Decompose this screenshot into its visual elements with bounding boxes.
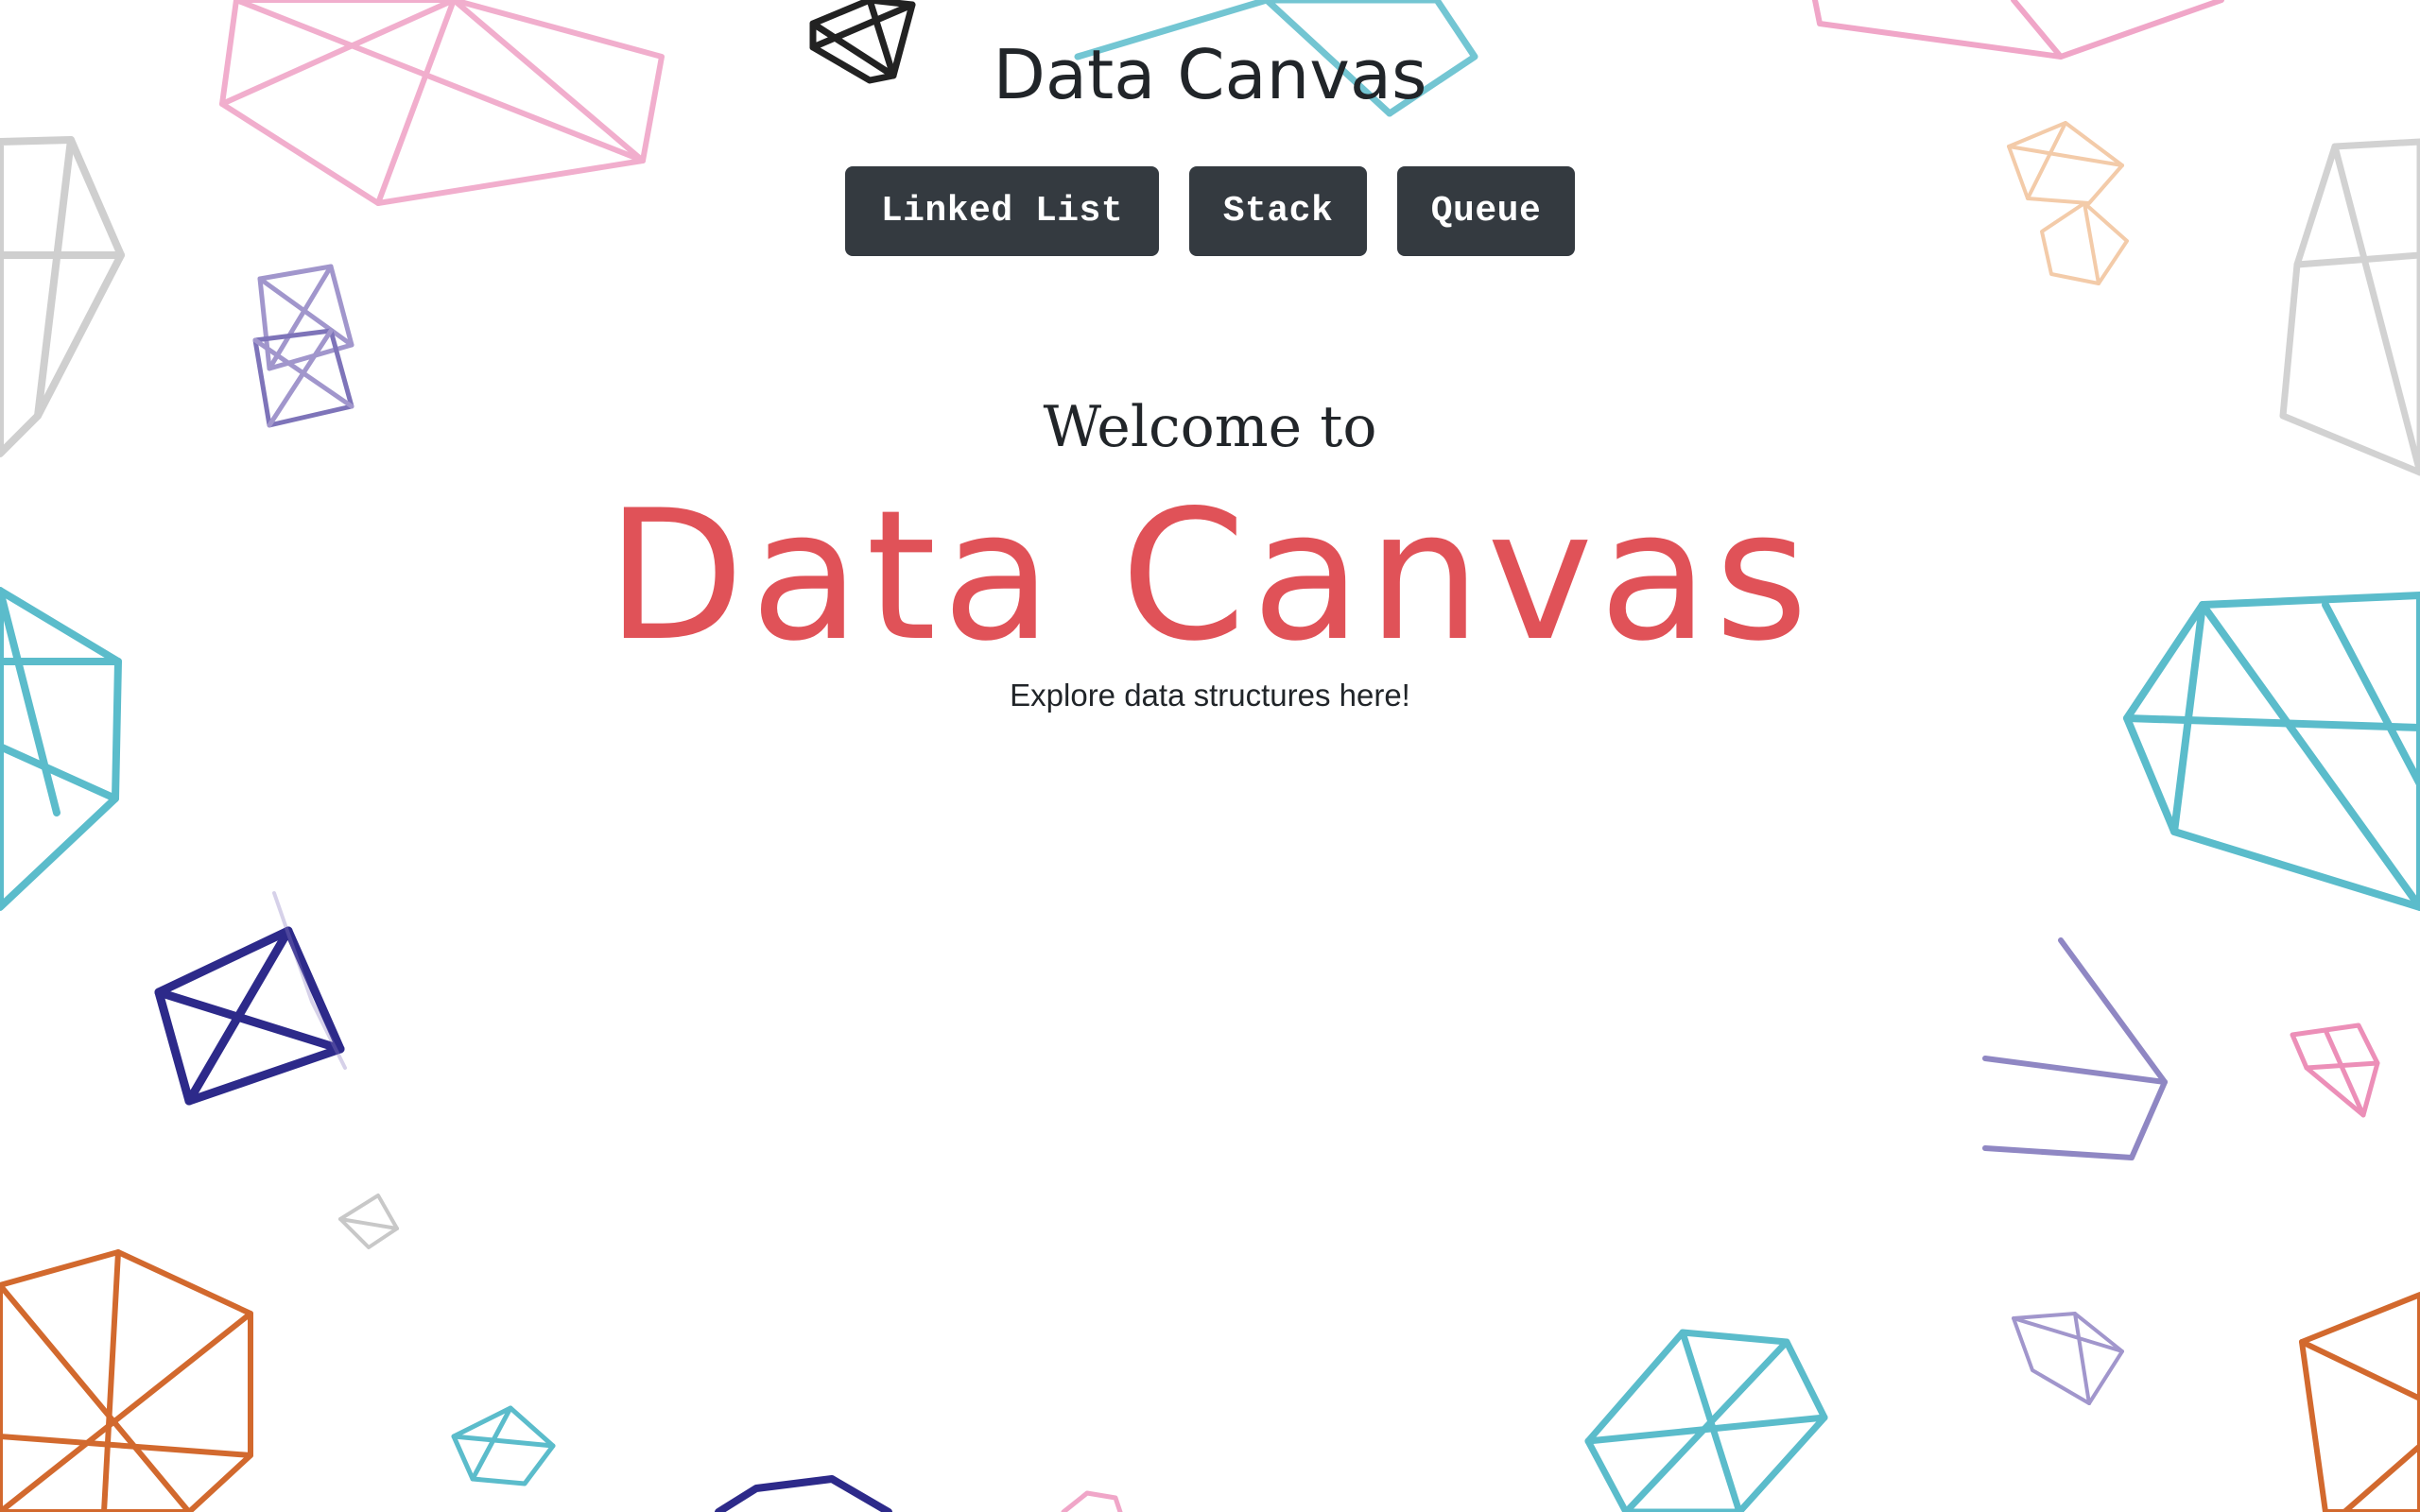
queue-button[interactable]: Queue (1397, 166, 1575, 256)
page-content: Data Canvas Linked List Stack Queue Welc… (0, 0, 2420, 1512)
main-nav: Linked List Stack Queue (0, 166, 2420, 256)
linked-list-button[interactable]: Linked List (845, 166, 1159, 256)
stack-button[interactable]: Stack (1189, 166, 1367, 256)
tagline: Explore data structures here! (1010, 678, 1410, 713)
welcome-heading: Welcome to (1043, 394, 1377, 460)
hero-title: Data Canvas (606, 472, 1814, 680)
site-title: Data Canvas (993, 35, 1427, 114)
